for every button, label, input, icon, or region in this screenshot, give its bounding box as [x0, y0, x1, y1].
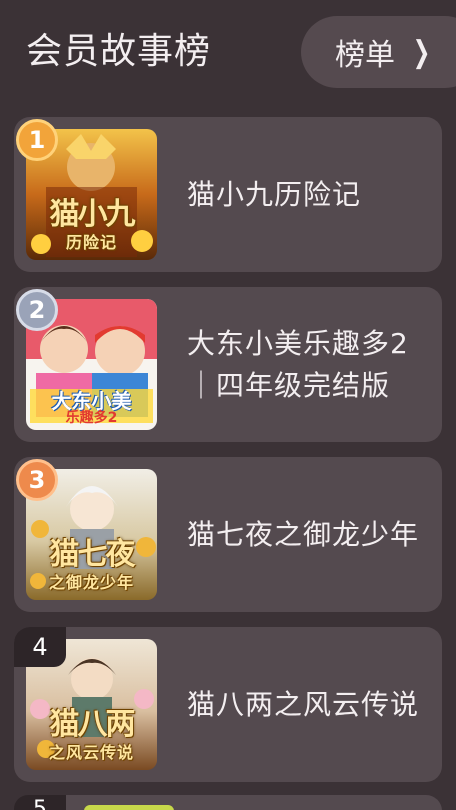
rank-badge: 3	[16, 459, 58, 501]
story-list: 猫小九 历险记 1 猫小九历险记 大东小美 乐趣多2 2 大东小美乐趣多2｜四年…	[14, 117, 442, 797]
story-title: 猫八两之风云传说	[187, 687, 420, 721]
cover-title: 猫小九	[49, 197, 136, 232]
story-card[interactable]: 大东小美 乐趣多2 2 大东小美乐趣多2｜四年级完结版	[14, 287, 442, 442]
app-root: 会员故事榜 榜单 ❯ 猫小九 历险记 1 猫小九历险记 大东小美 乐趣多2 2 …	[0, 0, 456, 810]
header: 会员故事榜 榜单 ❯	[0, 0, 456, 105]
cover-subtitle: 之风云传说	[48, 743, 134, 762]
cover-subtitle: 历险记	[65, 233, 117, 252]
cover-subtitle: 之御龙少年	[48, 573, 134, 592]
story-title: 猫七夜之御龙少年	[187, 517, 420, 551]
rank-list-button[interactable]: 榜单 ❯	[301, 16, 456, 88]
rank-badge: 4	[14, 627, 66, 667]
story-card[interactable]: 猫八两 之风云传说 4 猫八两之风云传说	[14, 627, 442, 782]
story-card[interactable]: 猫小九 历险记 1 猫小九历险记	[14, 117, 442, 272]
rank-badge: 5	[14, 795, 66, 810]
rank-badge: 2	[16, 289, 58, 331]
rank-badge: 1	[16, 119, 58, 161]
story-card-partial[interactable]: 5	[14, 795, 442, 810]
story-title: 大东小美乐趣多2｜四年级完结版	[187, 326, 409, 402]
rank-list-button-label: 榜单	[335, 38, 395, 73]
cover-title: 猫八两	[49, 707, 136, 742]
story-title: 猫小九历险记	[187, 177, 362, 211]
chevron-right-icon: ❯	[412, 34, 431, 70]
page-title: 会员故事榜	[26, 31, 212, 72]
story-cover	[84, 805, 174, 810]
cover-subtitle: 乐趣多2	[65, 410, 118, 426]
story-card[interactable]: 猫七夜 之御龙少年 3 猫七夜之御龙少年	[14, 457, 442, 612]
cover-title: 猫七夜	[49, 537, 136, 572]
